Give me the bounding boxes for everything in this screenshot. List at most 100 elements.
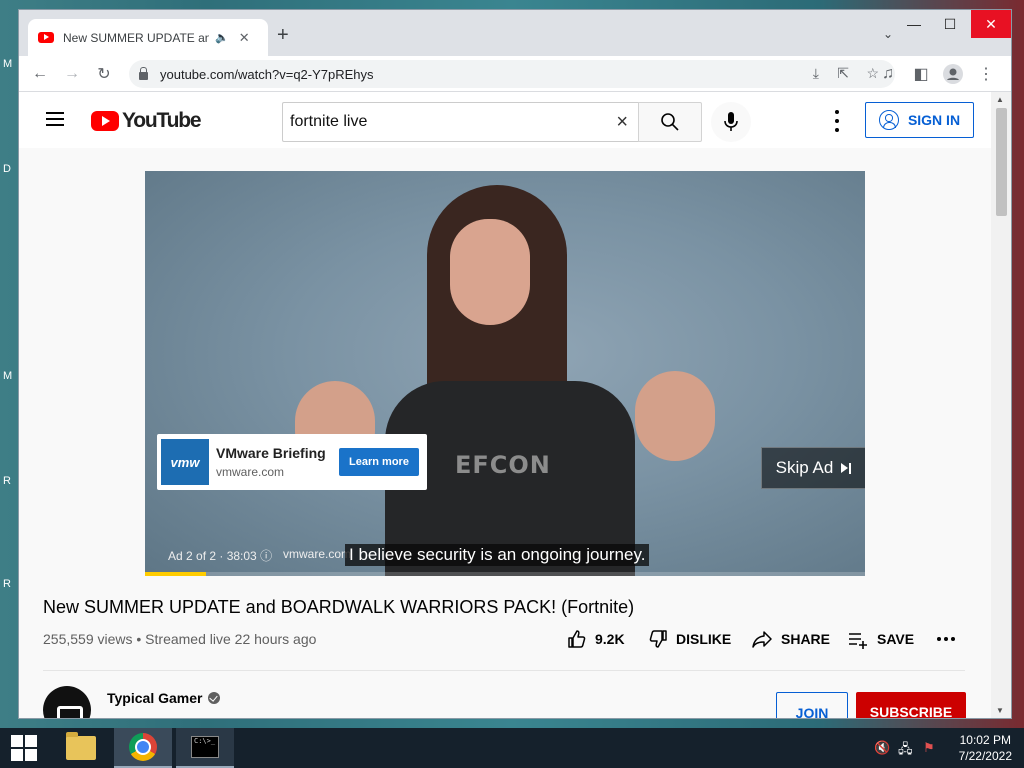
tab-title: New SUMMER UPDATE and BOARDWALK WARRIORS… — [63, 30, 209, 45]
video-player[interactable]: EFCON vmw VMware Briefing vmware.com Lea… — [145, 171, 865, 576]
share-button[interactable]: SHARE — [751, 624, 830, 654]
channel-avatar[interactable] — [43, 686, 91, 718]
like-button[interactable]: 9.2K — [567, 624, 625, 654]
channel-name-row[interactable]: Typical Gamer — [107, 690, 221, 706]
desktop-icon-label[interactable]: R — [3, 578, 11, 590]
youtube-logo[interactable]: YouTube — [91, 109, 202, 133]
chrome-taskbar-button[interactable] — [114, 728, 172, 768]
ad-progress-fill — [145, 572, 207, 576]
search-icon — [661, 113, 679, 131]
new-tab-button[interactable]: + — [277, 24, 289, 47]
ad-overlay-card[interactable]: vmw VMware Briefing vmware.com Learn mor… — [157, 434, 427, 490]
shirt-text: EFCON — [455, 451, 551, 479]
youtube-header: YouTube fortnite live × SIGN IN — [19, 92, 991, 148]
file-explorer-button[interactable] — [57, 728, 105, 768]
account-circle-icon — [878, 110, 899, 130]
join-button[interactable]: JOIN — [776, 692, 848, 718]
maximize-button[interactable]: ☐ — [935, 10, 965, 38]
video-frame-face — [450, 219, 530, 325]
folder-icon — [66, 732, 96, 760]
page-scrollbar[interactable]: ▲ ▼ — [991, 92, 1011, 718]
browser-toolbar: ← → ↻ youtube.com/watch?v=q2-Y7pREhys ⤓ … — [19, 56, 1011, 92]
volume-muted-icon[interactable]: 🔇 — [874, 740, 890, 756]
ad-domain-link[interactable]: vmware.com — [283, 547, 351, 561]
tab-close-icon[interactable]: ✕ — [239, 30, 250, 46]
minimize-button[interactable]: — — [899, 10, 929, 38]
action-center-icon[interactable]: ⚑ — [923, 740, 935, 756]
more-actions-icon[interactable] — [937, 637, 955, 641]
clear-search-icon[interactable]: × — [616, 111, 628, 134]
vmware-logo-text: vmw — [170, 454, 200, 470]
share-icon[interactable]: ⇱ — [837, 65, 849, 82]
share-arrow-icon — [752, 631, 772, 648]
voice-search-button[interactable] — [711, 102, 751, 142]
windows-logo-icon — [11, 735, 37, 761]
start-button[interactable] — [0, 728, 48, 768]
desktop-icon-label[interactable]: R — [3, 475, 11, 487]
forward-button[interactable]: → — [60, 62, 84, 86]
channel-name[interactable]: Typical Gamer — [107, 690, 202, 706]
ad-info-text[interactable]: Ad 2 of 2 · 38:03 ⓘ — [168, 547, 272, 564]
desktop-icon-label[interactable]: M — [3, 370, 12, 382]
video-caption: I believe security is an ongoing journey… — [345, 544, 650, 566]
tab-search-chevron-icon[interactable]: ⌄ — [883, 27, 893, 41]
back-button[interactable]: ← — [28, 62, 52, 86]
divider — [43, 670, 965, 671]
video-meta: 255,559 views • Streamed live 22 hours a… — [43, 631, 317, 647]
clock-date: 7/22/2022 — [958, 749, 1012, 763]
scrollbar-thumb[interactable] — [996, 108, 1007, 216]
ad-progress-bar[interactable] — [145, 572, 865, 576]
ad-title[interactable]: VMware Briefing — [216, 445, 336, 461]
desktop-icon-label[interactable]: M — [3, 58, 12, 70]
sign-in-button[interactable]: SIGN IN — [865, 102, 974, 138]
search-input[interactable]: fortnite live — [290, 113, 616, 131]
side-panel-icon[interactable]: ◧ — [909, 62, 933, 86]
dislike-button[interactable]: DISLIKE — [648, 624, 731, 654]
youtube-page: YouTube fortnite live × SIGN IN EFCON vm… — [19, 92, 991, 718]
menu-icon[interactable]: ⋮ — [974, 62, 998, 86]
lock-icon[interactable] — [139, 67, 148, 80]
logo-text: YouTube — [122, 109, 202, 132]
media-control-icon[interactable]: ♫ — [876, 62, 900, 86]
skip-ad-label: Skip Ad — [775, 458, 834, 477]
url-text[interactable]: youtube.com/watch?v=q2-Y7pREhys — [160, 67, 374, 82]
subscribe-button[interactable]: SUBSCRIBE — [856, 692, 966, 718]
share-label: SHARE — [781, 631, 831, 647]
hamburger-menu-icon[interactable] — [46, 112, 64, 126]
tab-strip: New SUMMER UPDATE and BOARDWALK WARRIORS… — [19, 10, 1011, 56]
speaker-icon[interactable]: 🔈 — [215, 31, 229, 44]
command-prompt-icon: C:\>_ — [191, 736, 219, 758]
search-button[interactable] — [638, 102, 702, 142]
dislike-label: DISLIKE — [676, 631, 732, 647]
profile-icon[interactable] — [941, 62, 965, 86]
reload-button[interactable]: ↻ — [92, 62, 116, 86]
ad-domain: vmware.com — [216, 465, 285, 479]
save-button[interactable]: SAVE — [847, 624, 914, 654]
browser-tab[interactable]: New SUMMER UPDATE and BOARDWALK WARRIORS… — [28, 19, 268, 56]
search-input-container[interactable]: fortnite live × — [282, 102, 638, 142]
vmware-logo[interactable]: vmw — [161, 439, 209, 485]
save-label: SAVE — [877, 631, 915, 647]
sign-in-label: SIGN IN — [907, 112, 961, 128]
address-bar[interactable]: youtube.com/watch?v=q2-Y7pREhys ⤓ ⇱ ☆ — [129, 60, 895, 88]
learn-more-button[interactable]: Learn more — [339, 448, 419, 476]
cmd-taskbar-button[interactable]: C:\>_ — [176, 728, 234, 768]
chrome-window: New SUMMER UPDATE and BOARDWALK WARRIORS… — [18, 9, 1012, 719]
install-icon[interactable]: ⤓ — [813, 65, 819, 82]
scroll-up-arrow-icon[interactable]: ▲ — [996, 95, 1004, 104]
desktop-icon-label[interactable]: D — [3, 163, 11, 175]
close-window-button[interactable]: ✕ — [971, 10, 1011, 38]
taskbar: C:\>_ 🔇 🖧 ⚑ 10:02 PM 7/22/2022 — [0, 728, 1024, 768]
settings-menu-icon[interactable] — [827, 110, 847, 132]
skip-ad-button[interactable]: Skip Ad — [761, 447, 865, 489]
chrome-icon — [129, 733, 157, 761]
video-frame-hand — [635, 371, 715, 461]
scroll-down-arrow-icon[interactable]: ▼ — [996, 706, 1004, 715]
microphone-icon — [724, 112, 738, 131]
network-icon[interactable]: 🖧 — [898, 740, 913, 762]
thumbs-up-icon — [568, 630, 586, 648]
ad-text: VMware Briefing vmware.com — [216, 445, 336, 479]
youtube-play-icon — [91, 111, 119, 131]
clock[interactable]: 10:02 PM 7/22/2022 — [959, 732, 1012, 764]
youtube-favicon-icon — [38, 32, 54, 43]
